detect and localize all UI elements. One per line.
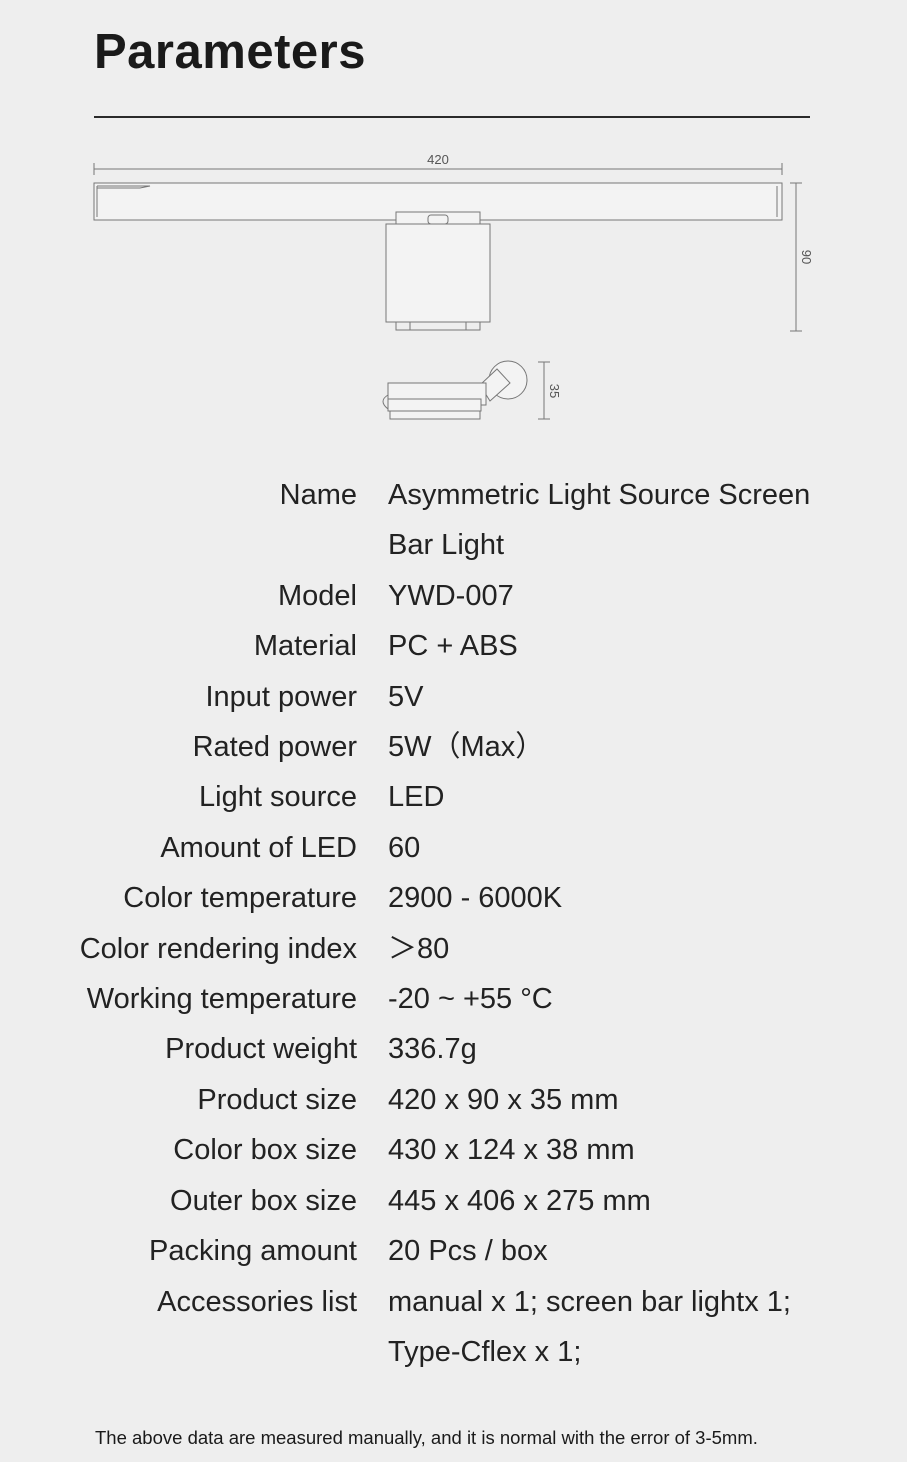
spec-label: Color temperature bbox=[123, 882, 357, 915]
spec-label: Model bbox=[278, 579, 357, 612]
spec-row-working-temperature: Working temperature -20 ~ +55 °C bbox=[0, 974, 907, 1024]
spec-value: 5V bbox=[388, 680, 424, 713]
spec-label: Packing amount bbox=[149, 1235, 357, 1268]
spec-row-model: Model YWD-007 bbox=[0, 571, 907, 621]
spec-value: 2900 - 6000K bbox=[388, 882, 563, 915]
page-title: Parameters bbox=[94, 25, 366, 79]
spec-row-color-rendering-index: Color rendering index ＞80 bbox=[0, 924, 907, 974]
spec-value: LED bbox=[388, 781, 445, 814]
spec-table: Name Asymmetric Light Source Screen Bar … bbox=[0, 470, 907, 1377]
depth-dimension-label: 35 bbox=[547, 384, 562, 398]
spec-value: ＞80 bbox=[388, 932, 450, 965]
spec-value: 430 x 124 x 38 mm bbox=[388, 1134, 635, 1167]
spec-row-rated-power: Rated power 5W（Max） bbox=[0, 722, 907, 772]
spec-label: Product size bbox=[197, 1083, 357, 1116]
spec-label: Light source bbox=[199, 781, 357, 814]
side-view-drawing: 35 bbox=[382, 360, 562, 420]
spec-label: Accessories list bbox=[157, 1285, 357, 1318]
measurement-note: The above data are measured manually, an… bbox=[95, 1427, 758, 1448]
spec-row-color-temperature: Color temperature 2900 - 6000K bbox=[0, 873, 907, 923]
spec-value: 336.7g bbox=[388, 1033, 477, 1066]
spec-value: 60 bbox=[388, 831, 421, 864]
title-divider bbox=[94, 116, 810, 118]
front-view-drawing: 420 90 bbox=[93, 152, 814, 332]
spec-row-light-source: Light source LED bbox=[0, 772, 907, 822]
spec-row-name: Name Asymmetric Light Source Screen Bar … bbox=[0, 470, 907, 571]
spec-value: -20 ~ +55 °C bbox=[388, 983, 553, 1016]
spec-value: manual x 1; screen bar lightx 1; Type-Cf… bbox=[388, 1285, 791, 1368]
spec-value: 20 Pcs / box bbox=[388, 1235, 548, 1268]
spec-value: 445 x 406 x 275 mm bbox=[388, 1184, 651, 1217]
spec-label: Material bbox=[253, 630, 357, 663]
spec-value: PC + ABS bbox=[388, 630, 518, 663]
spec-row-accessories-list: Accessories list manual x 1; screen bar … bbox=[0, 1277, 907, 1378]
spec-label: Color rendering index bbox=[79, 932, 357, 965]
spec-label: Working temperature bbox=[86, 983, 357, 1016]
spec-value: YWD-007 bbox=[388, 579, 514, 612]
spec-row-amount-of-led: Amount of LED 60 bbox=[0, 823, 907, 873]
spec-label: Outer box size bbox=[170, 1184, 357, 1217]
spec-row-color-box-size: Color box size 430 x 124 x 38 mm bbox=[0, 1125, 907, 1175]
spec-row-input-power: Input power 5V bbox=[0, 672, 907, 722]
spec-value: 5W（Max） bbox=[388, 731, 545, 764]
spec-row-product-weight: Product weight 336.7g bbox=[0, 1024, 907, 1074]
spec-label: Color box size bbox=[173, 1134, 357, 1167]
width-dimension-label: 420 bbox=[427, 152, 449, 167]
spec-row-material: Material PC + ABS bbox=[0, 621, 907, 671]
spec-label: Rated power bbox=[192, 731, 357, 764]
spec-row-product-size: Product size 420 x 90 x 35 mm bbox=[0, 1075, 907, 1125]
spec-label: Product weight bbox=[165, 1033, 357, 1066]
spec-row-outer-box-size: Outer box size 445 x 406 x 275 mm bbox=[0, 1176, 907, 1226]
spec-label: Name bbox=[279, 479, 357, 511]
spec-value: 420 x 90 x 35 mm bbox=[388, 1083, 619, 1116]
height-dimension-label: 90 bbox=[799, 250, 814, 264]
spec-row-packing-amount: Packing amount 20 Pcs / box bbox=[0, 1226, 907, 1276]
spec-label: Input power bbox=[205, 680, 357, 713]
spec-value: Asymmetric Light Source Screen Bar Light bbox=[388, 479, 811, 562]
spec-label: Amount of LED bbox=[160, 831, 357, 864]
